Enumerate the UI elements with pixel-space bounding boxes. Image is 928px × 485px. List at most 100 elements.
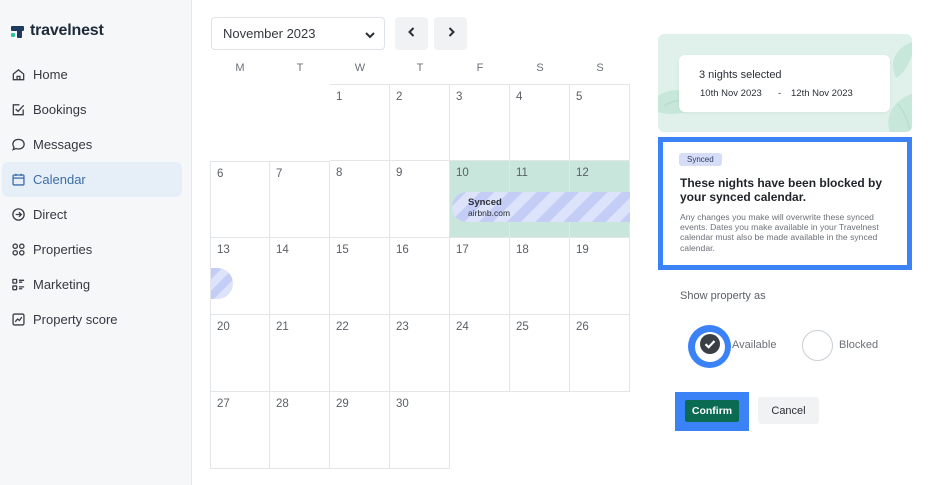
prev-month-button[interactable]: [395, 17, 428, 50]
synced-badge: Synced: [679, 153, 722, 166]
sidebar-item-calendar[interactable]: Calendar: [2, 162, 182, 197]
sidebar-item-label: Bookings: [33, 102, 87, 117]
day-number: 7: [276, 168, 283, 180]
day-number: 21: [276, 321, 289, 333]
sidebar-item-property-score[interactable]: Property score: [2, 302, 182, 337]
calendar-day-cell[interactable]: 17: [450, 238, 510, 315]
available-option-label[interactable]: Available: [732, 339, 776, 351]
sidebar-item-label: Direct: [33, 207, 67, 222]
filter-list-icon: [10, 277, 26, 293]
day-number: 22: [336, 321, 349, 333]
weekday-header: T: [296, 62, 304, 74]
next-month-button[interactable]: [434, 17, 467, 50]
calendar-day-cell[interactable]: 27: [210, 392, 270, 469]
calendar-day-cell[interactable]: 24: [450, 315, 510, 392]
calendar-day-cell[interactable]: 8: [330, 161, 390, 238]
arrow-circle-icon: [10, 207, 26, 223]
calendar-day-cell[interactable]: 16: [390, 238, 450, 315]
calendar-day-cell[interactable]: 7: [270, 161, 330, 238]
calendar-day-cell[interactable]: 6: [210, 161, 270, 238]
day-number: 11: [516, 167, 528, 179]
day-number: 18: [516, 244, 529, 256]
sidebar-item-properties[interactable]: Properties: [2, 232, 182, 267]
sidebar-item-marketing[interactable]: Marketing: [2, 267, 182, 302]
sidebar-item-label: Home: [33, 67, 68, 82]
calendar-day-cell[interactable]: 22: [330, 315, 390, 392]
weekday-header: M: [235, 62, 245, 74]
day-number: 9: [396, 167, 403, 179]
day-number: 6: [217, 168, 224, 180]
calendar-day-cell[interactable]: 1: [330, 84, 390, 161]
calendar-day-cell[interactable]: 21: [270, 315, 330, 392]
sidebar-item-direct[interactable]: Direct: [2, 197, 182, 232]
sidebar-item-label: Calendar: [33, 172, 86, 187]
day-number: 3: [456, 91, 463, 103]
day-number: 20: [217, 321, 230, 333]
calendar-day-cell[interactable]: 15: [330, 238, 390, 315]
checklist-icon: [10, 102, 26, 118]
day-number: 24: [456, 321, 469, 333]
brand-name: travelnest: [30, 22, 104, 39]
sidebar-item-label: Property score: [33, 312, 118, 327]
calendar-day-cell[interactable]: 23: [390, 315, 450, 392]
weekday-header: T: [416, 62, 424, 74]
calendar-day-cell[interactable]: 9: [390, 161, 450, 238]
day-number: 1: [336, 91, 343, 103]
home-icon: [10, 67, 26, 83]
day-number: 13: [217, 244, 230, 256]
sidebar-item-messages[interactable]: Messages: [2, 127, 182, 162]
calendar-day-cell[interactable]: 30: [390, 392, 450, 469]
day-number: 23: [396, 321, 409, 333]
cancel-button[interactable]: Cancel: [758, 397, 819, 424]
brand-logo[interactable]: travelnest: [11, 22, 104, 40]
day-number: 29: [336, 398, 349, 410]
calendar-day-cell[interactable]: 14: [270, 238, 330, 315]
date-separator: -: [778, 88, 782, 99]
sidebar-item-home[interactable]: Home: [2, 57, 182, 92]
calendar-day-cell[interactable]: 20: [210, 315, 270, 392]
calendar-day-cell[interactable]: 26: [570, 315, 630, 392]
calendar-day-cell[interactable]: 2: [390, 84, 450, 161]
weekday-header: S: [536, 62, 544, 74]
sidebar-item-label: Marketing: [33, 277, 91, 292]
chevron-down-icon: [363, 28, 377, 45]
calendar-day-cell[interactable]: 5: [570, 84, 630, 161]
day-number: 15: [336, 244, 349, 256]
date-to: 12th Nov 2023: [791, 88, 853, 99]
day-number: 27: [217, 398, 230, 410]
calendar-icon: [10, 172, 26, 188]
weekday-header: F: [476, 62, 484, 74]
chat-bubble-icon: [10, 137, 26, 153]
calendar-day-cell[interactable]: 19: [570, 238, 630, 315]
synced-info-title: These nights have been blocked by your s…: [680, 176, 883, 204]
nights-selected-title: 3 nights selected: [699, 69, 782, 81]
day-number: 14: [276, 244, 289, 256]
calendar-day-cell[interactable]: 4: [510, 84, 570, 161]
sidebar-nav: Home Bookings Messages Calendar Direct P…: [0, 57, 192, 337]
calendar-day-cell[interactable]: 28: [270, 392, 330, 469]
synced-info-body: Any changes you make will overwrite thes…: [680, 212, 879, 253]
sidebar-item-label: Properties: [33, 242, 93, 257]
available-radio[interactable]: [688, 325, 731, 368]
travelnest-logo-icon: [11, 24, 25, 38]
calendar-day-cell[interactable]: 3: [450, 84, 510, 161]
day-number: 26: [576, 321, 589, 333]
day-number: 17: [456, 244, 469, 256]
confirm-button[interactable]: Confirm: [685, 400, 739, 422]
calendar-day-cell[interactable]: 18: [510, 238, 570, 315]
day-number: 10: [456, 167, 469, 179]
day-number: 12: [576, 167, 589, 179]
calendar-day-cell[interactable]: 29: [330, 392, 390, 469]
calendar-day-cell[interactable]: 25: [510, 315, 570, 392]
weekday-header: S: [596, 62, 604, 74]
day-number: 30: [396, 398, 409, 410]
blocked-option-label[interactable]: Blocked: [839, 339, 878, 351]
chevron-right-icon: [445, 25, 457, 43]
day-number: 16: [396, 244, 409, 256]
day-number: 25: [516, 321, 529, 333]
blocked-radio[interactable]: [802, 330, 833, 361]
sidebar-item-bookings[interactable]: Bookings: [2, 92, 182, 127]
month-select-value: November 2023: [223, 26, 316, 41]
synced-event-source: airbnb.com: [468, 208, 511, 218]
month-select[interactable]: November 2023: [211, 17, 385, 50]
